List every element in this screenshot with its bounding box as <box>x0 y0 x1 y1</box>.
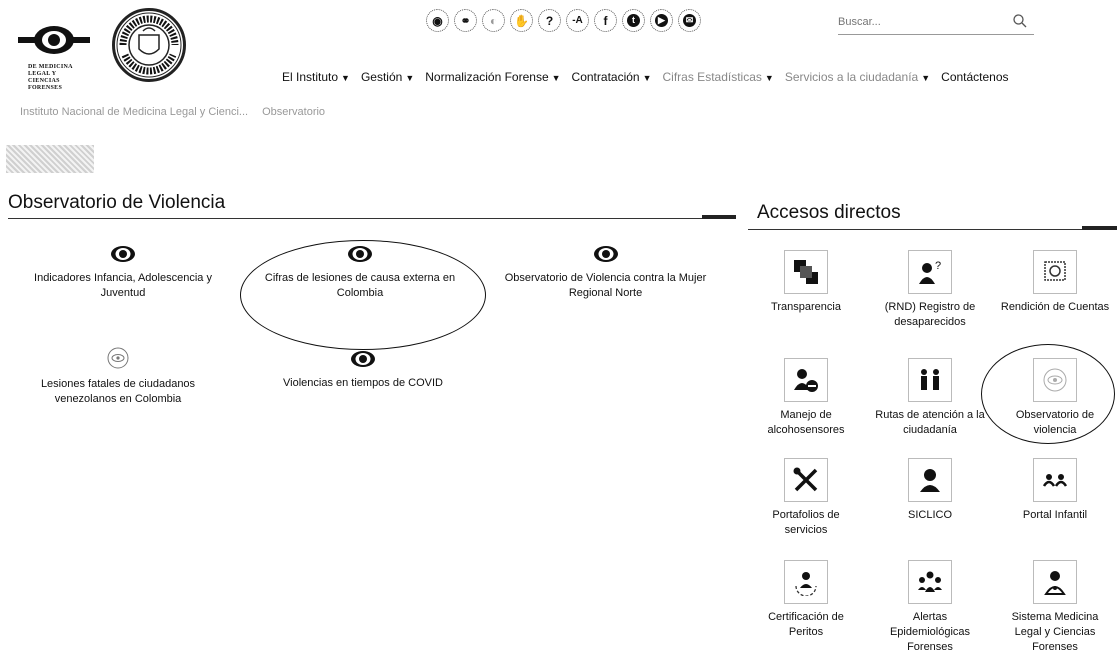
eye-outline-icon <box>1033 358 1077 402</box>
missing-person-icon: ? <box>908 250 952 294</box>
mail-icon[interactable]: ✉ <box>678 9 701 32</box>
chevron-down-icon: ▼ <box>551 73 561 83</box>
contrast-icon[interactable]: ◐ <box>482 9 505 32</box>
youtube-icon[interactable]: ▶ <box>650 9 673 32</box>
obs-item-indicadores-infancia[interactable]: Indicadores Infancia, Adolescencia y Juv… <box>18 245 228 301</box>
section-title-accesos: Accesos directos <box>757 202 901 223</box>
chevron-down-icon: ▼ <box>405 73 415 83</box>
chevron-down-icon: ▼ <box>341 73 350 83</box>
doctor-icon <box>1033 560 1077 604</box>
section-divider-accent <box>1082 226 1117 230</box>
routes-icon <box>908 358 952 402</box>
acceso-alertas-epidemiologicas[interactable]: Alertas Epidemiológicas Forenses <box>875 560 985 655</box>
obs-item-violencia-mujer[interactable]: Observatorio de Violencia contra la Muje… <box>488 245 723 301</box>
acceso-observatorio-violencia[interactable]: Observatorio de violencia <box>1000 358 1110 438</box>
search-icon[interactable] <box>1012 13 1028 29</box>
acceso-rutas-atencion[interactable]: Rutas de atención a la ciudadanía <box>875 358 985 438</box>
acceso-portafolios-servicios[interactable]: Portafolios de servicios <box>751 458 861 538</box>
transparency-icon <box>784 250 828 294</box>
acceso-registro-desaparecidos[interactable]: ? (RND) Registro de desaparecidos <box>875 250 985 330</box>
main-navigation: El Instituto ▼ Gestión ▼ Normalización For… <box>282 70 1020 84</box>
nav-el-instituto[interactable]: El Instituto ▼ <box>282 70 350 84</box>
eye-logo-icon <box>18 26 90 54</box>
nav-contactenos[interactable]: Contáctenos <box>941 70 1008 84</box>
help-icon[interactable]: ? <box>538 9 561 32</box>
acceso-certificacion-peritos[interactable]: Certificación de Peritos <box>751 560 861 640</box>
acceso-siclico[interactable]: SICLICO <box>875 458 985 523</box>
eye-icon <box>351 351 375 367</box>
certification-icon <box>784 560 828 604</box>
breadcrumb-current: Observatorio <box>262 106 326 118</box>
nav-servicios-ciudadania[interactable]: Servicios a la ciudadanía ▼ <box>785 70 930 84</box>
eye-icon <box>111 246 135 262</box>
chevron-down-icon: ▼ <box>921 73 931 83</box>
section-title-observatorio: Observatorio de Violencia <box>8 192 226 213</box>
breathalyzer-icon <box>784 358 828 402</box>
group-alert-icon <box>908 560 952 604</box>
social-and-accessibility-bar: ◉ ⚭ ◐ ✋ ? -A f t ▶ ✉ <box>426 9 701 32</box>
font-size-icon[interactable]: -A <box>566 9 589 32</box>
colombia-seal-logo[interactable] <box>112 8 186 82</box>
accountability-icon <box>1033 250 1077 294</box>
chevron-down-icon: ▼ <box>764 73 774 83</box>
nav-gestion[interactable]: Gestión ▼ <box>361 70 414 84</box>
search-box <box>838 11 1034 35</box>
banner-thumbnail <box>6 145 94 173</box>
nav-cifras-estadisticas[interactable]: Cifras Estadísticas ▼ <box>663 70 774 84</box>
ear-icon[interactable]: ⚭ <box>454 9 477 32</box>
children-icon <box>1033 458 1077 502</box>
acceso-alcohosensores[interactable]: Manejo de alcohosensores <box>751 358 861 438</box>
nav-normalizacion-forense[interactable]: Normalización Forense ▼ <box>425 70 560 84</box>
acceso-transparencia[interactable]: Transparencia <box>751 250 861 315</box>
acceso-portal-infantil[interactable]: Portal Infantil <box>1000 458 1110 523</box>
coat-of-arms-icon <box>116 12 182 78</box>
section-divider-accent <box>702 215 736 219</box>
section-divider <box>748 229 1114 230</box>
breadcrumb-home[interactable]: Instituto Nacional de Medicina Legal y C… <box>20 106 248 118</box>
user-icon <box>908 458 952 502</box>
search-input[interactable] <box>838 11 1008 33</box>
breadcrumb: Instituto Nacional de Medicina Legal y C… <box>20 106 325 118</box>
facebook-icon[interactable]: f <box>594 9 617 32</box>
obs-item-lesiones-venezolanos[interactable]: Lesiones fatales de ciudadanos venezolan… <box>18 347 218 407</box>
sign-language-icon[interactable]: ✋ <box>510 9 533 32</box>
obs-item-violencias-covid[interactable]: Violencias en tiempos de COVID <box>258 350 468 391</box>
eye-icon <box>593 246 618 262</box>
section-divider <box>8 218 736 219</box>
eye-outline-icon <box>107 347 129 369</box>
acceso-rendicion-cuentas[interactable]: Rendición de Cuentas <box>1000 250 1110 315</box>
accessibility-icon[interactable]: ◉ <box>426 9 449 32</box>
acceso-sistema-medicina-legal[interactable]: Sistema Medicina Legal y Ciencias Forens… <box>1000 560 1110 655</box>
institute-logo-text: DE MEDICINA LEGAL Y CIENCIAS FORENSES <box>28 64 73 91</box>
obs-item-cifras-lesiones[interactable]: Cifras de lesiones de causa externa en C… <box>250 245 470 301</box>
svg-text:?: ? <box>935 260 941 272</box>
institute-logo[interactable]: DE MEDICINA LEGAL Y CIENCIAS FORENSES <box>18 12 90 100</box>
twitter-icon[interactable]: t <box>622 9 645 32</box>
tools-icon <box>784 458 828 502</box>
chevron-down-icon: ▼ <box>642 73 652 83</box>
nav-contratacion[interactable]: Contratación ▼ <box>572 70 652 84</box>
eye-icon <box>348 246 372 262</box>
